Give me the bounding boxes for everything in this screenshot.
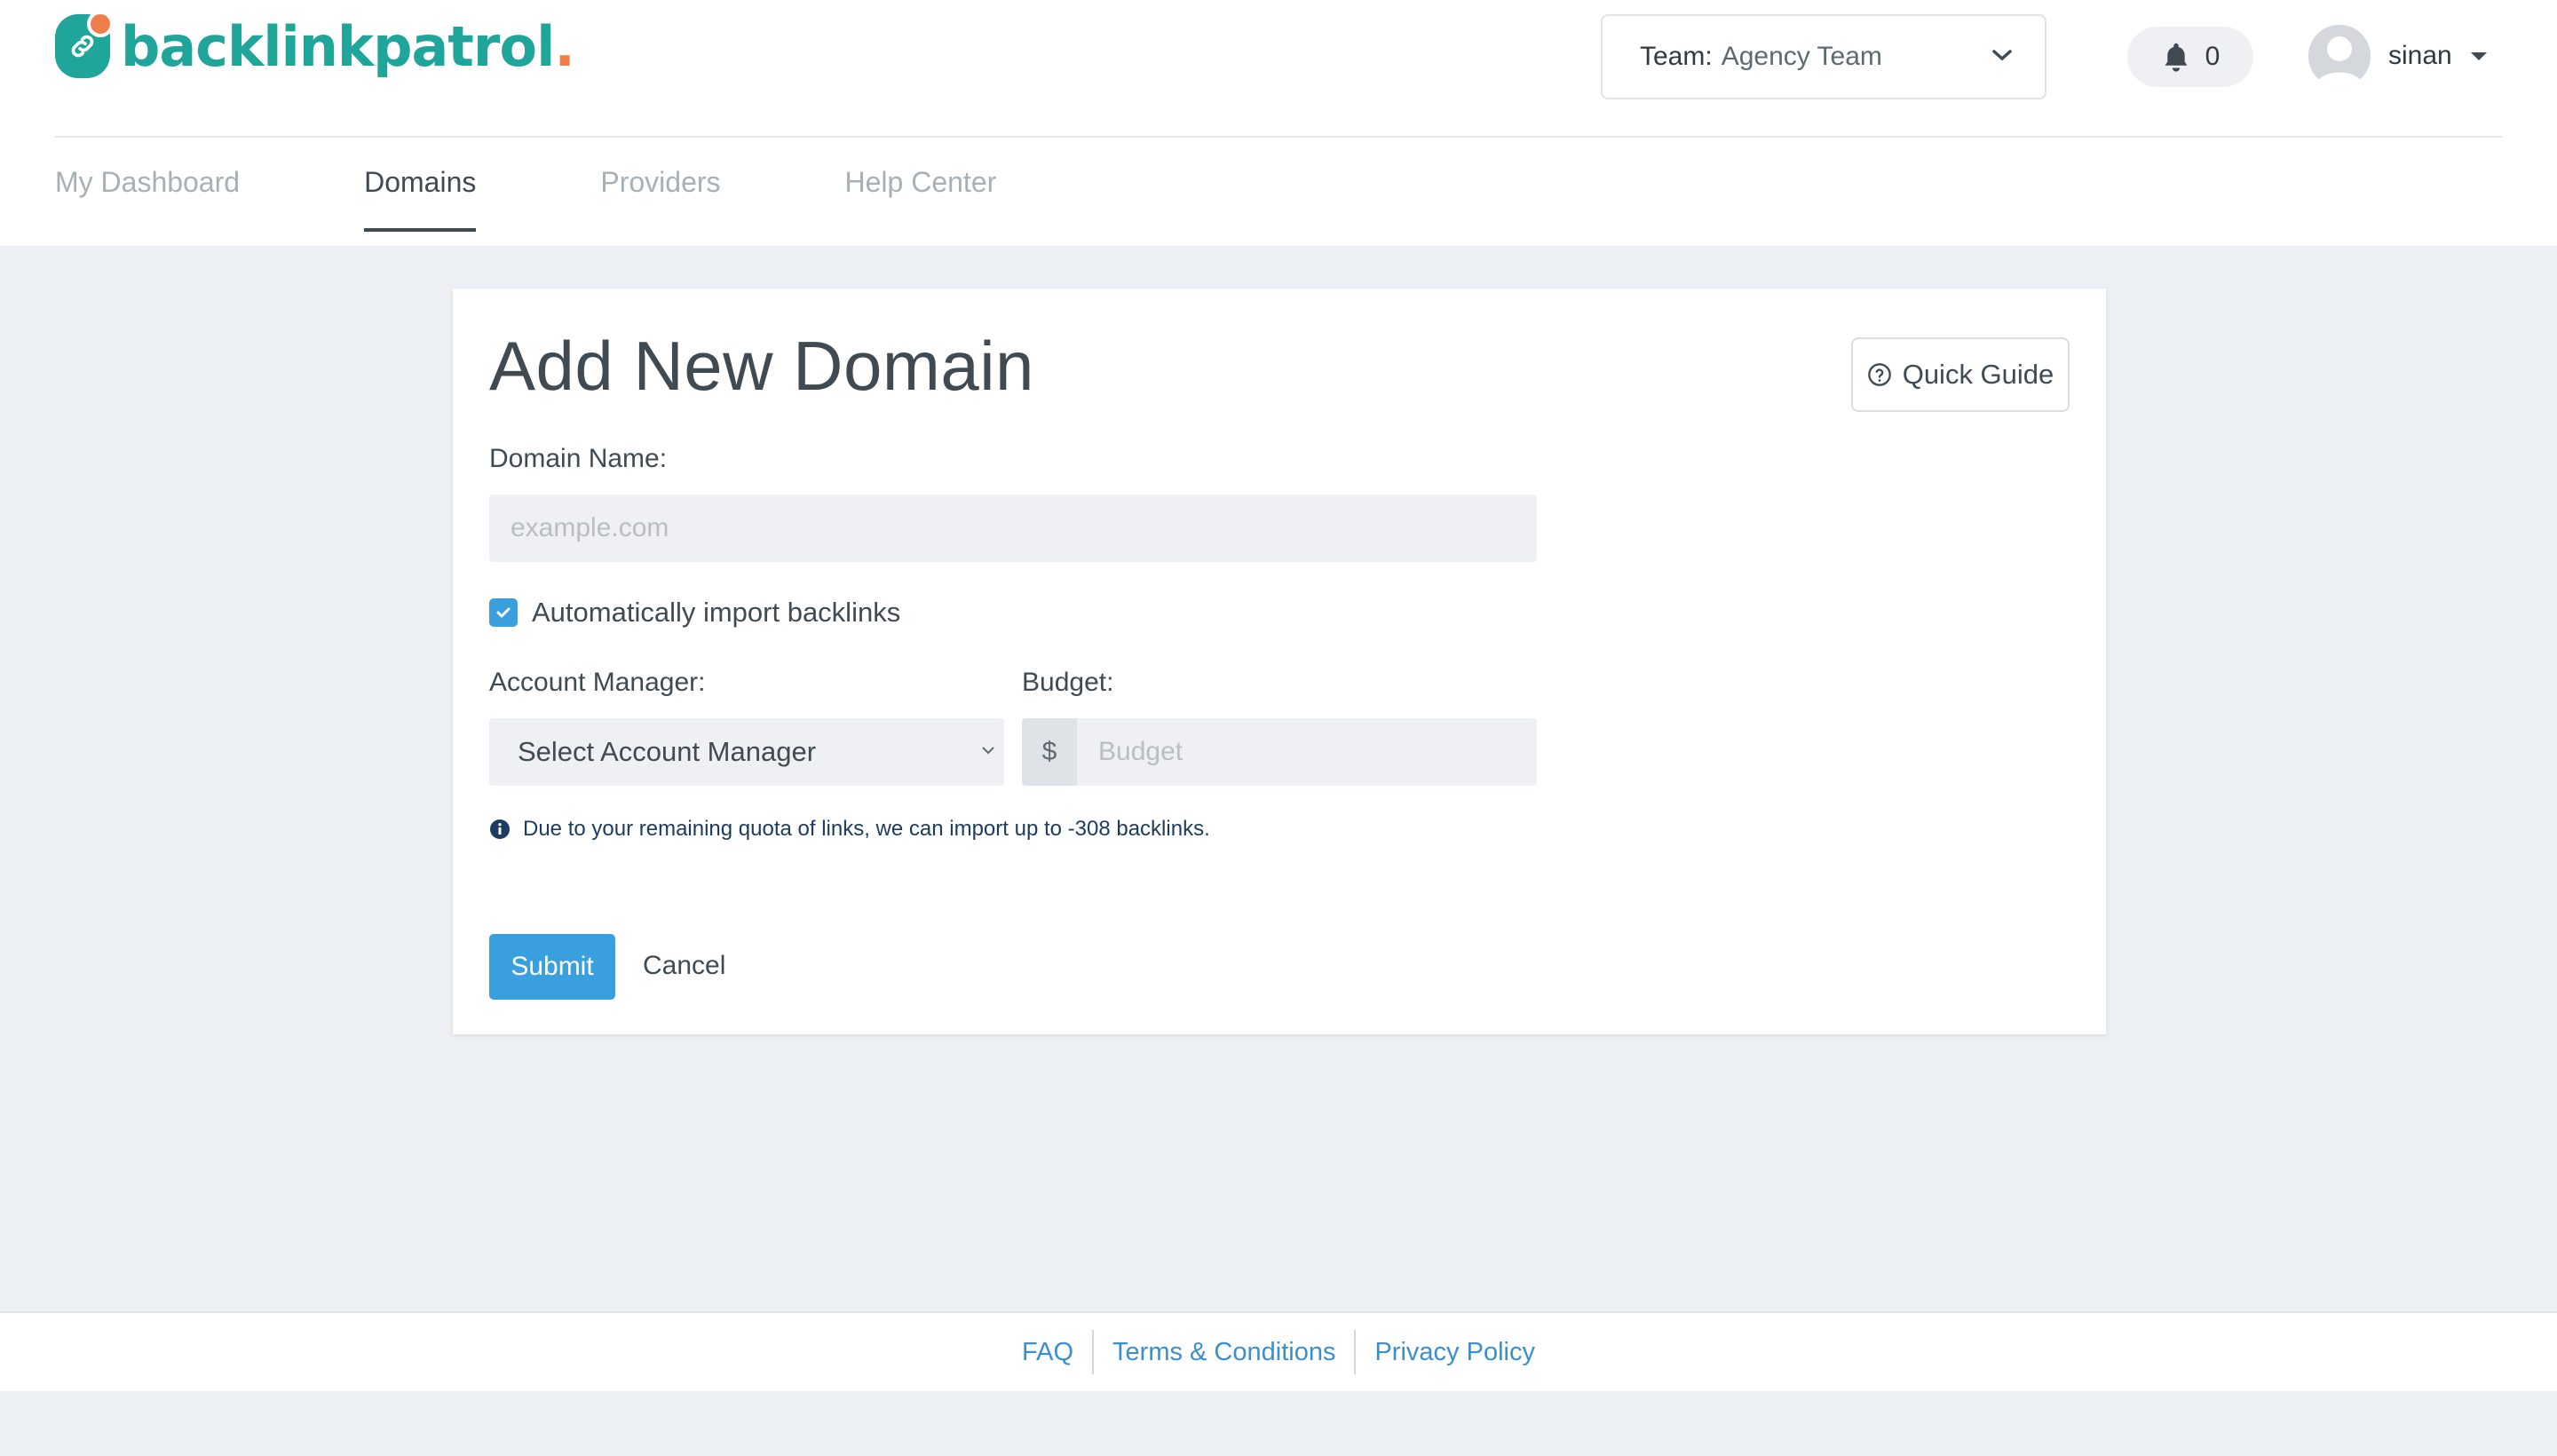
username[interactable]: sinan bbox=[2388, 41, 2452, 71]
team-label: Team: bbox=[1640, 42, 1713, 71]
auto-import-label[interactable]: Automatically import backlinks bbox=[532, 597, 900, 629]
footer-link-privacy[interactable]: Privacy Policy bbox=[1356, 1330, 1554, 1374]
domain-name-input[interactable] bbox=[489, 495, 1537, 562]
quota-info-text: Due to your remaining quota of links, we… bbox=[523, 817, 1210, 841]
question-circle-icon bbox=[1867, 363, 1891, 386]
budget-label: Budget: bbox=[1022, 668, 1114, 697]
auto-import-checkbox[interactable] bbox=[489, 598, 518, 627]
quick-guide-button[interactable]: Quick Guide bbox=[1851, 337, 2070, 412]
footer-link-faq[interactable]: FAQ bbox=[1003, 1330, 1092, 1374]
footer-link-terms[interactable]: Terms & Conditions bbox=[1094, 1330, 1354, 1374]
bell-icon bbox=[2165, 43, 2188, 72]
quick-guide-label: Quick Guide bbox=[1902, 359, 2054, 390]
notifications-button[interactable]: 0 bbox=[2127, 27, 2253, 87]
submit-button[interactable]: Submit bbox=[489, 934, 615, 1000]
chevron-down-icon bbox=[1992, 50, 2012, 61]
page-title: Add New Domain bbox=[489, 327, 1034, 405]
currency-prefix: $ bbox=[1022, 718, 1077, 786]
caret-down-icon[interactable] bbox=[2470, 51, 2488, 62]
avatar[interactable] bbox=[2308, 25, 2371, 87]
nav-tab-dashboard[interactable]: My Dashboard bbox=[55, 138, 240, 246]
check-icon bbox=[496, 607, 511, 618]
add-domain-card: Add New Domain Quick Guide Domain Name: … bbox=[453, 289, 2106, 1034]
link-icon bbox=[55, 11, 114, 78]
cancel-button[interactable]: Cancel bbox=[643, 951, 725, 981]
nav-tab-help-center[interactable]: Help Center bbox=[845, 138, 997, 246]
footer: FAQ Terms & Conditions Privacy Policy bbox=[0, 1311, 2557, 1391]
team-selector[interactable]: Team: Agency Team bbox=[1601, 14, 2046, 99]
budget-input-group: $ bbox=[1022, 718, 1537, 786]
quota-info: Due to your remaining quota of links, we… bbox=[489, 817, 1210, 842]
account-manager-select[interactable]: Select Account Manager bbox=[489, 718, 1004, 786]
user-icon bbox=[2308, 25, 2371, 87]
main-nav: My Dashboard Domains Providers Help Cent… bbox=[55, 138, 1120, 246]
notifications-count: 0 bbox=[2205, 42, 2221, 71]
account-manager-value: Select Account Manager bbox=[518, 736, 817, 767]
budget-input[interactable] bbox=[1077, 718, 1537, 786]
account-manager-label: Account Manager: bbox=[489, 668, 706, 697]
brand-name: backlinkpatrol. bbox=[121, 13, 575, 79]
nav-tab-domains[interactable]: Domains bbox=[364, 138, 477, 246]
team-value: Agency Team bbox=[1721, 42, 1882, 71]
nav-tab-providers[interactable]: Providers bbox=[600, 138, 720, 246]
chevron-down-icon bbox=[982, 747, 994, 755]
app-header: backlinkpatrol. Team: Agency Team 0 sina… bbox=[0, 0, 2557, 246]
info-circle-icon bbox=[490, 819, 510, 839]
brand-logo[interactable]: backlinkpatrol. bbox=[55, 11, 575, 80]
domain-name-label: Domain Name: bbox=[489, 444, 668, 473]
